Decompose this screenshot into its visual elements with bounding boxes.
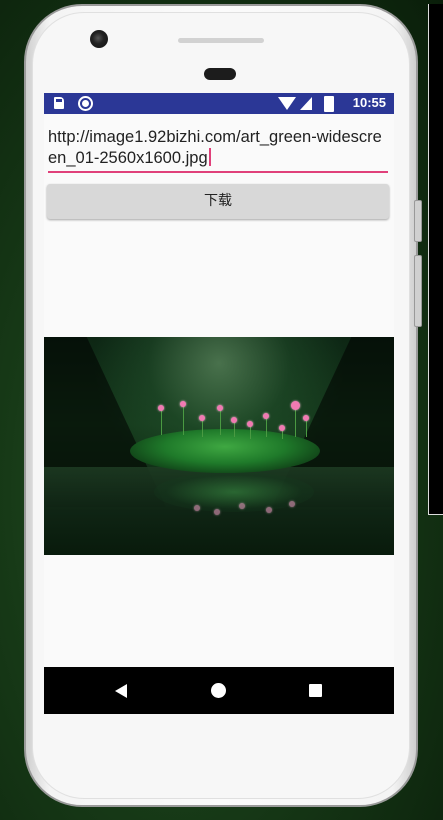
status-time: 10:55 [352, 95, 386, 110]
status-bar: 10:55 [44, 93, 394, 114]
text-cursor [208, 148, 211, 166]
background-window [428, 4, 443, 515]
power-button [414, 255, 422, 327]
download-button[interactable]: 下载 [47, 184, 389, 219]
battery-icon [324, 96, 334, 112]
signal-icon [300, 97, 312, 110]
front-camera-icon [90, 30, 108, 48]
app-screen: 10:55 http://image1.92bizhi.com/art_gree… [44, 93, 394, 714]
sd-card-icon [54, 97, 64, 109]
recent-apps-icon[interactable] [309, 684, 322, 697]
sensor [204, 68, 236, 80]
back-icon[interactable] [115, 684, 127, 698]
home-icon[interactable] [211, 683, 226, 698]
circle-icon [78, 96, 93, 111]
url-input[interactable]: http://image1.92bizhi.com/art_green-wide… [48, 127, 388, 173]
lotus-island [130, 429, 320, 473]
wifi-icon [278, 97, 296, 110]
navigation-bar [44, 667, 394, 714]
earpiece [178, 38, 264, 43]
downloaded-image [44, 337, 394, 555]
url-input-text: http://image1.92bizhi.com/art_green-wide… [48, 128, 382, 167]
volume-button [414, 200, 422, 242]
